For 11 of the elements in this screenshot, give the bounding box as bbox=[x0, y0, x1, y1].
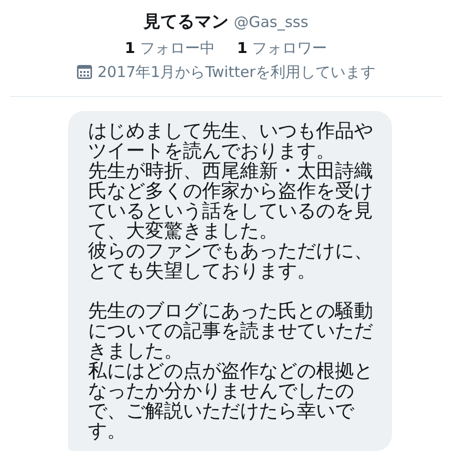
message-text: 彼らのファンでもあっただけに、とても失望しております。 bbox=[88, 241, 374, 281]
message-text: はじめまして先生、いつも作品やツイートを読んでおります。 bbox=[88, 121, 374, 161]
join-date: 2017年1月からTwitterを利用しています bbox=[98, 62, 376, 82]
message-text: 先生のブログにあった氏との騒動についての記事を読ませていただきました。 bbox=[88, 301, 374, 361]
message-text: 私にはどの点が盗作などの根拠となったか分かりませんでしたので、ご解説いただけたら幸いです。 bbox=[88, 361, 374, 441]
user-name: 見てるマン bbox=[144, 11, 229, 33]
calendar-icon bbox=[76, 65, 92, 79]
message-text: 先生が時折、西尾維新・太田詩織氏など多くの作家から盗作を受けているという話をしているのを見て、大変驚きました。 bbox=[88, 161, 374, 241]
user-handle: @Gas_sss bbox=[234, 13, 308, 31]
follow-stat[interactable]: 1 フォロー中 bbox=[124, 38, 215, 58]
follow-stat[interactable]: 1 フォロワー bbox=[237, 38, 328, 58]
